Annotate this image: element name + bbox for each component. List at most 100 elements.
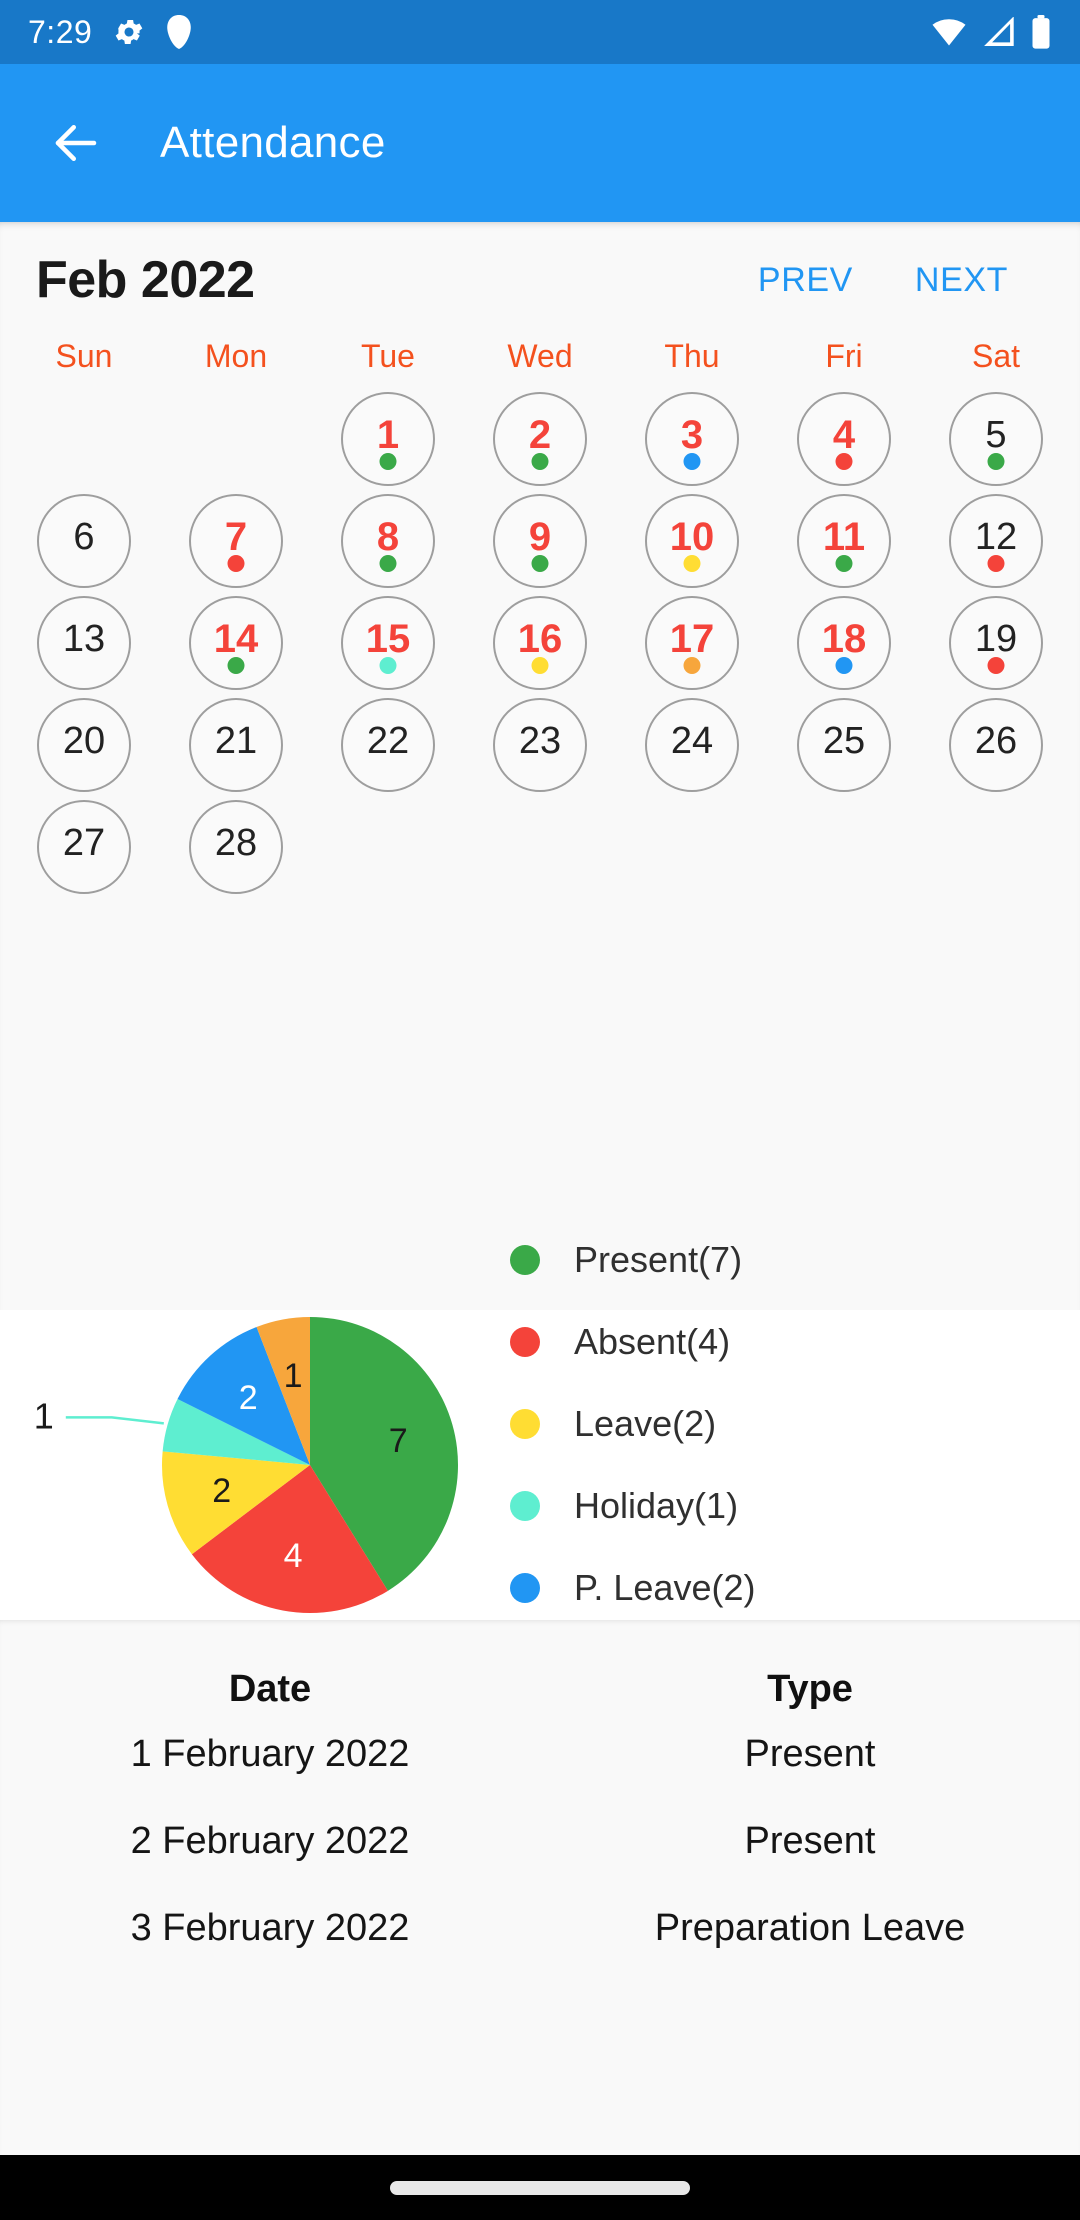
calendar-day-circle[interactable]: 6: [37, 494, 131, 588]
calendar-day-circle[interactable]: 14: [189, 596, 283, 690]
calendar-day-number: 6: [73, 516, 95, 558]
calendar-day-circle[interactable]: 17: [645, 596, 739, 690]
legend-item-holiday[interactable]: Holiday(1): [510, 1465, 1080, 1547]
cell-type: Present: [744, 1820, 876, 1862]
legend-item-present[interactable]: Present(7): [510, 1219, 1080, 1301]
calendar-day-status-dot: [227, 657, 245, 674]
calendar-day-26[interactable]: 26: [920, 695, 1072, 795]
calendar-day-5[interactable]: 5: [920, 389, 1072, 489]
calendar-day-circle[interactable]: 2: [493, 392, 587, 486]
pie-slice-label: 4: [284, 1537, 303, 1575]
calendar-day-number: 18: [821, 617, 867, 661]
calendar-day-number: 1: [376, 413, 400, 457]
calendar-week-row: 6 7 8 9 10 11 12: [8, 491, 1072, 591]
calendar-day-circle[interactable]: 13: [37, 596, 131, 690]
calendar-day-circle[interactable]: 16: [493, 596, 587, 690]
legend-label: Present(7): [574, 1239, 743, 1280]
calendar-day-circle[interactable]: 28: [189, 800, 283, 894]
calendar-day-6[interactable]: 6: [8, 491, 160, 591]
calendar-day-circle[interactable]: 7: [189, 494, 283, 588]
home-pill[interactable]: [390, 2180, 690, 2195]
calendar-day-14[interactable]: 14: [160, 593, 312, 693]
calendar-day-circle[interactable]: 15: [341, 596, 435, 690]
table-row[interactable]: 2 February 2022 Present: [0, 1798, 1080, 1885]
calendar-day-20[interactable]: 20: [8, 695, 160, 795]
calendar-day-circle[interactable]: 19: [949, 596, 1043, 690]
calendar-grid: 1 2 3 4 5 6 7 8 9 10 11 12 13 14 15 16 17 18 19 20 21 22 23 24 2…: [0, 389, 1080, 897]
calendar-day-number: 21: [214, 720, 258, 762]
calendar-day-number: 17: [669, 617, 715, 661]
status-clock: 7:29: [28, 13, 93, 50]
calendar-day-23[interactable]: 23: [464, 695, 616, 795]
calendar-day-25[interactable]: 25: [768, 695, 920, 795]
calendar-day-circle[interactable]: 21: [189, 698, 283, 792]
calendar-day-18[interactable]: 18: [768, 593, 920, 693]
calendar-day-circle[interactable]: 5: [949, 392, 1043, 486]
calendar-day-24[interactable]: 24: [616, 695, 768, 795]
attendance-summary-section: 742121 Present(7) Absent(4) Leave(2) Holida…: [0, 1239, 1080, 1690]
calendar-day-circle[interactable]: 26: [949, 698, 1043, 792]
calendar-day-13[interactable]: 13: [8, 593, 160, 693]
calendar-day-circle[interactable]: 20: [37, 698, 131, 792]
calendar-day-circle[interactable]: 1: [341, 392, 435, 486]
calendar-day-12[interactable]: 12: [920, 491, 1072, 591]
calendar-day-circle[interactable]: 3: [645, 392, 739, 486]
system-nav-bar: [0, 2155, 1080, 2220]
calendar-day-7[interactable]: 7: [160, 491, 312, 591]
calendar-day-circle[interactable]: 12: [949, 494, 1043, 588]
calendar-day-4[interactable]: 4: [768, 389, 920, 489]
legend-item-p-leave[interactable]: P. Leave(2): [510, 1547, 1080, 1629]
table-row[interactable]: 3 February 2022 Preparation Leave: [0, 1885, 1080, 1972]
calendar-day-circle[interactable]: 25: [797, 698, 891, 792]
phone-screen: 7:29 Attendance Feb 2022 PREV NEXT Sun M…: [0, 0, 1080, 2220]
status-notification-icons: [112, 15, 194, 49]
table-row[interactable]: 1 February 2022 Present: [0, 1711, 1080, 1798]
legend-color-dot: [510, 1245, 540, 1275]
calendar-day-circle[interactable]: 9: [493, 494, 587, 588]
calendar-day-circle[interactable]: 22: [341, 698, 435, 792]
calendar-day-circle[interactable]: 8: [341, 494, 435, 588]
calendar-day-circle[interactable]: 23: [493, 698, 587, 792]
calendar-day-19[interactable]: 19: [920, 593, 1072, 693]
calendar-section: Feb 2022 PREV NEXT Sun Mon Tue Wed Thu Fri Sat…: [0, 222, 1080, 1310]
column-header-date: Date: [228, 1668, 312, 1710]
calendar-day-status-dot: [531, 453, 549, 470]
calendar-day-8[interactable]: 8: [312, 491, 464, 591]
column-header-type: Type: [767, 1668, 853, 1710]
pie-leader-line: [65, 1416, 164, 1425]
calendar-day-status-dot: [379, 657, 397, 674]
calendar-day-3[interactable]: 3: [616, 389, 768, 489]
calendar-day-empty: [920, 797, 1072, 897]
back-button[interactable]: [44, 111, 108, 175]
calendar-day-15[interactable]: 15: [312, 593, 464, 693]
calendar-day-circle[interactable]: 10: [645, 494, 739, 588]
calendar-day-circle[interactable]: 24: [645, 698, 739, 792]
calendar-day-circle[interactable]: 18: [797, 596, 891, 690]
calendar-day-circle[interactable]: 11: [797, 494, 891, 588]
pie-slice-label: 7: [389, 1422, 408, 1460]
next-month-button[interactable]: NEXT: [915, 261, 1008, 300]
calendar-day-10[interactable]: 10: [616, 491, 768, 591]
prev-month-button[interactable]: PREV: [758, 261, 853, 300]
calendar-day-16[interactable]: 16: [464, 593, 616, 693]
calendar-day-circle[interactable]: 4: [797, 392, 891, 486]
calendar-day-28[interactable]: 28: [160, 797, 312, 897]
app-bar: Attendance: [0, 64, 1080, 222]
calendar-day-21[interactable]: 21: [160, 695, 312, 795]
legend-item-leave[interactable]: Leave(2): [510, 1383, 1080, 1465]
legend-item-absent[interactable]: Absent(4): [510, 1301, 1080, 1383]
cell-type: Present: [744, 1733, 876, 1775]
calendar-day-2[interactable]: 2: [464, 389, 616, 489]
calendar-day-status-dot: [835, 555, 853, 572]
calendar-day-9[interactable]: 9: [464, 491, 616, 591]
calendar-day-22[interactable]: 22: [312, 695, 464, 795]
calendar-day-number: 19: [974, 618, 1018, 660]
calendar-day-number: 23: [518, 720, 562, 762]
calendar-day-11[interactable]: 11: [768, 491, 920, 591]
pie-slice-label: 1: [284, 1357, 303, 1395]
calendar-day-circle[interactable]: 27: [37, 800, 131, 894]
calendar-day-27[interactable]: 27: [8, 797, 160, 897]
calendar-day-17[interactable]: 17: [616, 593, 768, 693]
attendance-pie-chart: 742121: [0, 1310, 500, 1620]
calendar-day-1[interactable]: 1: [312, 389, 464, 489]
